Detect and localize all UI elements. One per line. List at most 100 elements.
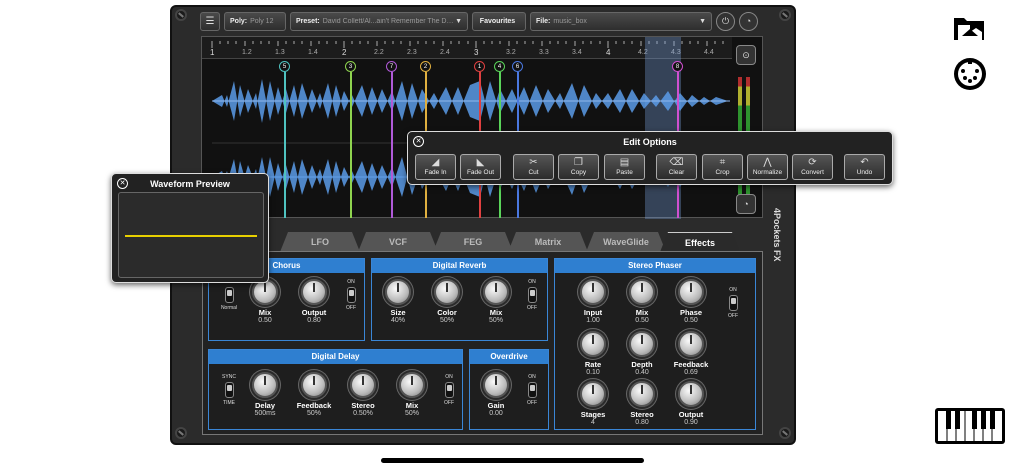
waveform-editor[interactable]: 1 1.2 1.3 1.4 2 2.2 2.3 2.4 3 3.2 3.3 3.… bbox=[201, 36, 763, 219]
tab-lfo[interactable]: LFO bbox=[280, 232, 360, 252]
convert-icon: ⟳ bbox=[808, 157, 817, 168]
close-icon[interactable]: ✕ bbox=[117, 178, 128, 189]
knob-value: 50% bbox=[488, 317, 503, 324]
tab-matrix[interactable]: Matrix bbox=[508, 232, 588, 252]
gauge-icon: ◔ bbox=[745, 16, 752, 26]
phaser-mix-knob[interactable]: Mix 0.50 bbox=[620, 279, 664, 324]
knob-label: Input bbox=[583, 308, 603, 317]
keyboard-icon[interactable] bbox=[934, 407, 1006, 450]
phaser-phase-knob[interactable]: Phase 0.50 bbox=[669, 279, 713, 324]
phaser-output-knob[interactable]: Output 0.90 bbox=[669, 381, 713, 426]
marker-6[interactable]: 6 bbox=[512, 61, 523, 72]
ruler-label: 4 bbox=[606, 48, 611, 57]
marker-line bbox=[284, 72, 286, 218]
clear-button[interactable]: ⌫ Clear bbox=[656, 154, 697, 180]
delay-mix-knob[interactable]: Mix 50% bbox=[390, 372, 434, 417]
phaser-input-knob[interactable]: Input 1.00 bbox=[571, 279, 615, 324]
file-value: music_box bbox=[553, 17, 587, 25]
edit-options-title: Edit Options bbox=[623, 137, 677, 147]
preset-selector[interactable]: Preset: David Collett/Al...ain't Remember… bbox=[290, 11, 468, 31]
crop-icon: ⌗ bbox=[719, 157, 726, 168]
switch-label: ON bbox=[347, 279, 355, 285]
copy-button[interactable]: ❐ Copy bbox=[558, 154, 599, 180]
switch-label: OFF bbox=[444, 400, 454, 406]
marker-5[interactable]: 5 bbox=[279, 61, 290, 72]
delay-stereo-knob[interactable]: Stereo 0.50% bbox=[341, 372, 385, 417]
button-label: Copy bbox=[570, 169, 587, 176]
chorus-output-knob[interactable]: Output 0.80 bbox=[292, 279, 336, 324]
chorus-mode-switch[interactable]: WideNormal bbox=[217, 279, 241, 311]
record-button[interactable]: ⏻ bbox=[716, 11, 735, 31]
delay-time-knob[interactable]: Delay 500ms bbox=[243, 372, 287, 417]
phaser-stereo-knob[interactable]: Stereo 0.80 bbox=[620, 381, 664, 426]
reverb-size-knob[interactable]: Size 40% bbox=[376, 279, 420, 324]
marker-label: 8 bbox=[675, 63, 680, 70]
delay-title: Digital Delay bbox=[209, 350, 462, 364]
tab-effects[interactable]: Effects bbox=[660, 232, 740, 252]
knob-label: Feedback bbox=[296, 401, 332, 410]
phaser-feedback-knob[interactable]: Feedback 0.69 bbox=[669, 331, 713, 376]
reverb-color-knob[interactable]: Color 50% bbox=[425, 279, 469, 324]
delay-sync-switch[interactable]: SYNC TIME bbox=[217, 374, 241, 406]
delay-feedback-knob[interactable]: Feedback 50% bbox=[292, 372, 336, 417]
marker-1[interactable]: 1 bbox=[474, 61, 485, 72]
ruler-label: 4.4 bbox=[704, 49, 714, 56]
home-indicator[interactable] bbox=[381, 458, 644, 463]
overdrive-power-switch[interactable]: ON OFF bbox=[520, 374, 544, 406]
zoom-button[interactable]: ⊙ bbox=[736, 45, 756, 65]
reverb-title: Digital Reverb bbox=[372, 259, 547, 273]
marker-3[interactable]: 3 bbox=[345, 61, 356, 72]
midi-icon[interactable] bbox=[952, 56, 988, 97]
knob-label: Stereo bbox=[351, 401, 375, 410]
reverb-power-switch[interactable]: ON OFF bbox=[520, 279, 544, 311]
phaser-power-switch[interactable]: ON OFF bbox=[721, 287, 745, 319]
tab-label: VCF bbox=[389, 237, 407, 247]
knob-label: Depth bbox=[631, 360, 653, 369]
knob-label: Phase bbox=[679, 308, 703, 317]
knob-value: 0.50 bbox=[684, 317, 698, 324]
fade-in-button[interactable]: ◢ Fade In bbox=[415, 154, 456, 180]
tempo-gauge-button[interactable]: ◔ bbox=[736, 194, 756, 214]
tab-waveglide[interactable]: WaveGlide bbox=[586, 232, 666, 252]
phaser-depth-knob[interactable]: Depth 0.40 bbox=[620, 331, 664, 376]
chorus-mix-knob[interactable]: Mix 0.50 bbox=[243, 279, 287, 324]
undo-button[interactable]: ↶ Undo bbox=[844, 154, 885, 180]
convert-button[interactable]: ⟳ Convert bbox=[792, 154, 833, 180]
marker-label: 1 bbox=[477, 63, 482, 70]
phaser-rate-knob[interactable]: Rate 0.10 bbox=[571, 331, 615, 376]
knob-label: Mix bbox=[405, 401, 419, 410]
button-label: Clear bbox=[668, 169, 685, 176]
paste-button[interactable]: ▤ Paste bbox=[604, 154, 645, 180]
marker-7[interactable]: 7 bbox=[386, 61, 397, 72]
marker-8[interactable]: 8 bbox=[672, 61, 683, 72]
normalize-button[interactable]: ⋀ Normalize bbox=[747, 154, 788, 180]
ruler-label: 3 bbox=[474, 48, 479, 57]
marker-2[interactable]: 2 bbox=[420, 61, 431, 72]
button-label: Undo bbox=[856, 169, 873, 176]
tab-feg[interactable]: FEG bbox=[433, 232, 513, 252]
marker-4[interactable]: 4 bbox=[494, 61, 505, 72]
crop-button[interactable]: ⌗ Crop bbox=[702, 154, 743, 180]
knob-value: 0.90 bbox=[684, 419, 698, 426]
phaser-stages-knob[interactable]: Stages 4 bbox=[571, 381, 615, 426]
tab-vcf[interactable]: VCF bbox=[358, 232, 438, 252]
tempo-button[interactable]: ◔ bbox=[739, 11, 758, 31]
menu-button[interactable]: ☰ bbox=[200, 11, 220, 31]
preset-value: David Collett/Al...ain't Remember The Dr… bbox=[322, 17, 456, 25]
overdrive-group: Overdrive Gain 0.00 ON OFF bbox=[469, 349, 549, 430]
file-selector[interactable]: File: music_box ▼ bbox=[530, 11, 712, 31]
chevron-down-icon: ▼ bbox=[699, 17, 706, 25]
button-label: Fade Out bbox=[466, 169, 495, 176]
knob-value: 0.10 bbox=[586, 369, 600, 376]
poly-selector[interactable]: Poly: Poly 12 bbox=[224, 11, 286, 31]
folder-icon[interactable] bbox=[952, 12, 988, 47]
cut-button[interactable]: ✂ Cut bbox=[513, 154, 554, 180]
zoom-icon: ⊙ bbox=[742, 49, 750, 60]
fade-out-button[interactable]: ◣ Fade Out bbox=[460, 154, 501, 180]
chorus-power-switch[interactable]: ON OFF bbox=[339, 279, 363, 311]
reverb-mix-knob[interactable]: Mix 50% bbox=[474, 279, 518, 324]
favourites-button[interactable]: Favourites bbox=[472, 11, 526, 31]
close-icon[interactable]: ✕ bbox=[413, 136, 424, 147]
delay-power-switch[interactable]: ON OFF bbox=[437, 374, 461, 406]
overdrive-gain-knob[interactable]: Gain 0.00 bbox=[474, 372, 518, 417]
